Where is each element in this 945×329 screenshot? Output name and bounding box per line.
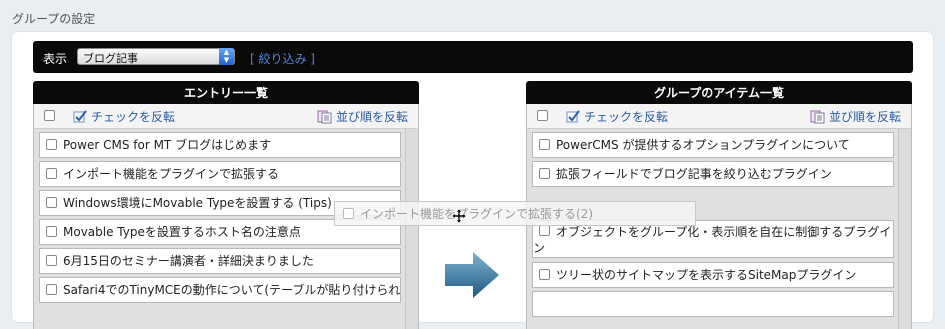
reverse-order-label: 並び順を反転 xyxy=(335,110,408,124)
reverse-order-button[interactable]: 並び順を反転 xyxy=(317,108,408,125)
entry-title: Power CMS for MT ブログはじめます xyxy=(63,138,272,152)
reverse-order-label: 並び順を反転 xyxy=(828,110,901,124)
group-item[interactable]: 拡張フィールドでブログ記事を絞り込むプラグイン xyxy=(532,161,894,187)
entry-checkbox[interactable] xyxy=(46,139,57,150)
filter-label: 表示 xyxy=(43,52,68,66)
group-item-title: オブジェクトをグループ化・表示順を自在に制御するプラグイン xyxy=(533,225,892,255)
entry-title: Safari4でのTinyMCEの動作について(テーブルが貼り付けられ xyxy=(63,283,401,297)
reverse-order-button[interactable]: 並び順を反転 xyxy=(810,108,901,125)
checklist-icon xyxy=(566,109,580,122)
dragged-entry-ghost[interactable]: インポート機能をプラグインで拡張する(2) xyxy=(334,201,696,226)
type-select[interactable]: ブログ記事 ▲ ▼ xyxy=(77,48,235,65)
reorder-icon xyxy=(317,110,332,123)
group-items-scrollbar[interactable] xyxy=(898,129,911,329)
group-items-body: PowerCMS が提供するオプションプラグインについて 拡張フィールドでブログ… xyxy=(526,129,912,329)
group-items-toolbar: チェックを反転 並び順を反転 xyxy=(526,104,912,129)
entry-item[interactable]: Safari4でのTinyMCEの動作について(テーブルが貼り付けられ xyxy=(39,277,401,303)
entry-list-body: Power CMS for MT ブログはじめます インポート機能をプラグインで… xyxy=(33,129,419,329)
move-right-arrow-icon xyxy=(445,252,499,298)
invert-check-label: チェックを反転 xyxy=(91,110,176,124)
invert-check-label: チェックを反転 xyxy=(584,110,669,124)
group-item-title: ツリー状のサイトマップを表示するSiteMapプラグイン xyxy=(556,268,857,282)
group-item-title: PowerCMS が提供するオプションプラグインについて xyxy=(556,138,850,152)
entry-title: 6月15日のセミナー講演者・詳細決まりました xyxy=(63,254,314,268)
group-item[interactable]: PowerCMS が提供するオプションプラグインについて xyxy=(532,132,894,158)
entry-title: インポート機能をプラグインで拡張する xyxy=(63,167,280,181)
ghost-checkbox xyxy=(343,208,354,219)
entry-checkbox[interactable] xyxy=(46,226,57,237)
type-select-value: ブログ記事 xyxy=(83,52,138,65)
ghost-label: インポート機能をプラグインで拡張する(2) xyxy=(360,207,593,221)
entry-item[interactable]: 6月15日のセミナー講演者・詳細決まりました xyxy=(39,248,401,274)
entry-list-scrollbar[interactable] xyxy=(405,129,418,329)
select-all-checkbox[interactable] xyxy=(537,110,548,121)
checklist-icon xyxy=(73,109,87,122)
entry-title: Windows環境にMovable Typeを設置する (Tips) xyxy=(63,196,332,210)
invert-check-button[interactable]: チェックを反転 xyxy=(72,108,175,125)
group-item-checkbox[interactable] xyxy=(539,139,550,150)
filter-bar: 表示 ブログ記事 ▲ ▼ [ 絞り込み ] xyxy=(33,41,913,73)
entry-checkbox[interactable] xyxy=(46,284,57,295)
move-cursor-icon xyxy=(452,209,466,223)
group-item[interactable]: ツリー状のサイトマップを表示するSiteMapプラグイン xyxy=(532,262,894,288)
group-items-title: グループのアイテム一覧 xyxy=(526,81,912,104)
group-item-title: 拡張フィールドでブログ記事を絞り込むプラグイン xyxy=(556,167,832,181)
entry-list-title: エントリー一覧 xyxy=(33,81,419,104)
entry-title: Movable Typeを設置するホスト名の注意点 xyxy=(63,225,301,239)
group-item-checkbox[interactable] xyxy=(539,269,550,280)
entry-checkbox[interactable] xyxy=(46,197,57,208)
entry-list-toolbar: チェックを反転 並び順を反転 xyxy=(33,104,419,129)
group-item[interactable] xyxy=(532,291,894,317)
page-title: グループの設定 xyxy=(12,12,96,26)
group-item-checkbox[interactable] xyxy=(539,168,550,179)
entry-checkbox[interactable] xyxy=(46,255,57,266)
invert-check-button[interactable]: チェックを反転 xyxy=(565,108,668,125)
select-all-checkbox[interactable] xyxy=(44,110,55,121)
entry-item[interactable]: Power CMS for MT ブログはじめます xyxy=(39,132,401,158)
select-arrows-icon: ▲ ▼ xyxy=(219,48,234,65)
filter-link[interactable]: [ 絞り込み ] xyxy=(250,50,315,67)
entry-item[interactable]: インポート機能をプラグインで拡張する xyxy=(39,161,401,187)
entry-checkbox[interactable] xyxy=(46,168,57,179)
group-item-checkbox[interactable] xyxy=(539,225,550,236)
reorder-icon xyxy=(810,110,825,123)
